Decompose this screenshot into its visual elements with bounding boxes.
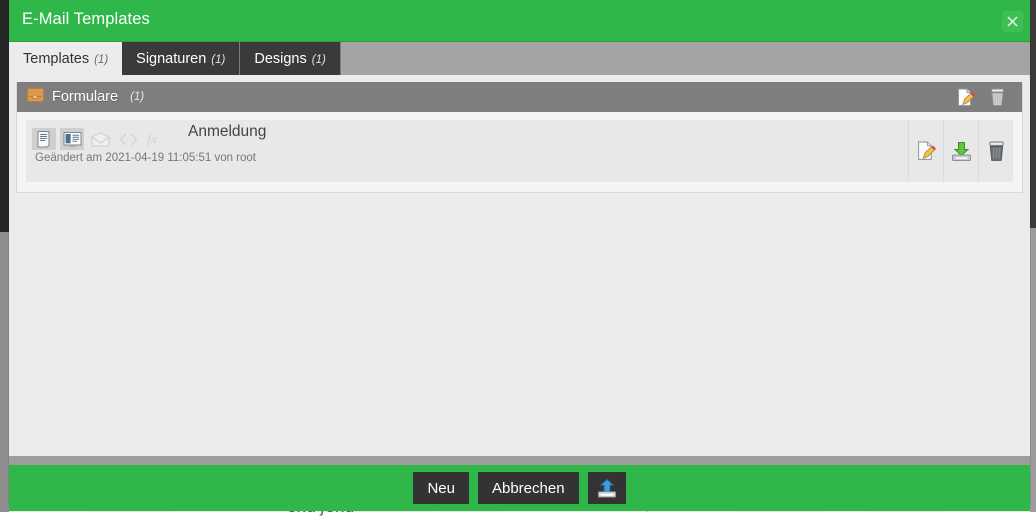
group-header-formulare[interactable]: Formulare (1) [17,82,1022,112]
tab-strip: Templates (1) Signaturen (1) Designs (1) [9,41,1030,75]
tab-designs[interactable]: Designs (1) [240,42,341,75]
delete-glyph [988,141,1004,161]
trash-glyph [991,88,1004,106]
tab-signaturen-label: Signaturen [136,50,207,67]
delete-group-icon[interactable] [989,88,1006,107]
envelope-icon [88,128,112,150]
delete-template-icon[interactable] [978,120,1013,182]
new-template-icon[interactable] [957,88,975,107]
list-item[interactable]: fx Anmeldung Geändert am 2021-04-19 11:0… [26,120,1013,182]
group-header-left: Formulare (1) [27,87,957,107]
tab-templates-label: Templates [23,50,90,67]
template-list: fx Anmeldung Geändert am 2021-04-19 11:0… [17,112,1022,192]
code-brackets-icon [116,128,140,150]
tab-signaturen-count: (1) [211,53,226,66]
inbox-tray-glyph [27,87,44,102]
new-button[interactable]: Neu [413,472,469,504]
function-fx-icon: fx [144,128,168,150]
text-document-icon[interactable] [32,128,56,150]
group-header-actions [957,88,1016,107]
template-group: Formulare (1) fx Anmeldung Geändert am 2… [16,82,1023,193]
group-title: Formulare [52,89,119,105]
edit-template-icon[interactable] [908,120,943,182]
dialog-titlebar: E-Mail Templates [9,0,1030,41]
html-preview-icon[interactable] [60,128,84,150]
html-preview-glyph [63,131,81,147]
function-fx-glyph: fx [147,133,158,148]
footer-separator [9,456,1030,465]
text-document-glyph [37,131,49,148]
list-item-main: fx Anmeldung Geändert am 2021-04-19 11:0… [26,120,908,182]
cancel-button[interactable]: Abbrechen [477,472,579,504]
download-glyph [951,141,971,161]
list-item-type-icons: fx Anmeldung [32,123,908,150]
tab-signaturen[interactable]: Signaturen (1) [122,42,241,75]
group-count: (1) [130,91,145,103]
tab-templates-count: (1) [94,53,109,66]
list-item-title: Anmeldung [188,123,267,140]
email-templates-dialog: E-Mail Templates Templates (1) Signature… [9,0,1030,511]
new-template-glyph [958,88,975,106]
inbox-tray-icon [27,87,44,107]
tab-templates[interactable]: Templates (1) [9,42,123,75]
upload-button[interactable] [587,472,626,504]
dialog-body: Formulare (1) fx Anmeldung Geändert am 2… [9,75,1030,456]
tab-designs-count: (1) [311,53,326,66]
svg-text:fx: fx [147,133,158,148]
close-icon[interactable] [1002,11,1023,32]
list-item-actions [908,120,1013,182]
envelope-glyph [90,131,110,147]
download-template-icon[interactable] [943,120,978,182]
dialog-title: E-Mail Templates [22,10,150,28]
dialog-footer: Neu Abbrechen [9,465,1030,511]
upload-icon [597,478,616,498]
close-glyph [1007,16,1018,27]
code-brackets-glyph [119,133,137,145]
edit-template-glyph [917,141,936,160]
list-item-subtitle: Geändert am 2021-04-19 11:05:51 von root [35,152,256,164]
tab-designs-label: Designs [254,50,307,67]
